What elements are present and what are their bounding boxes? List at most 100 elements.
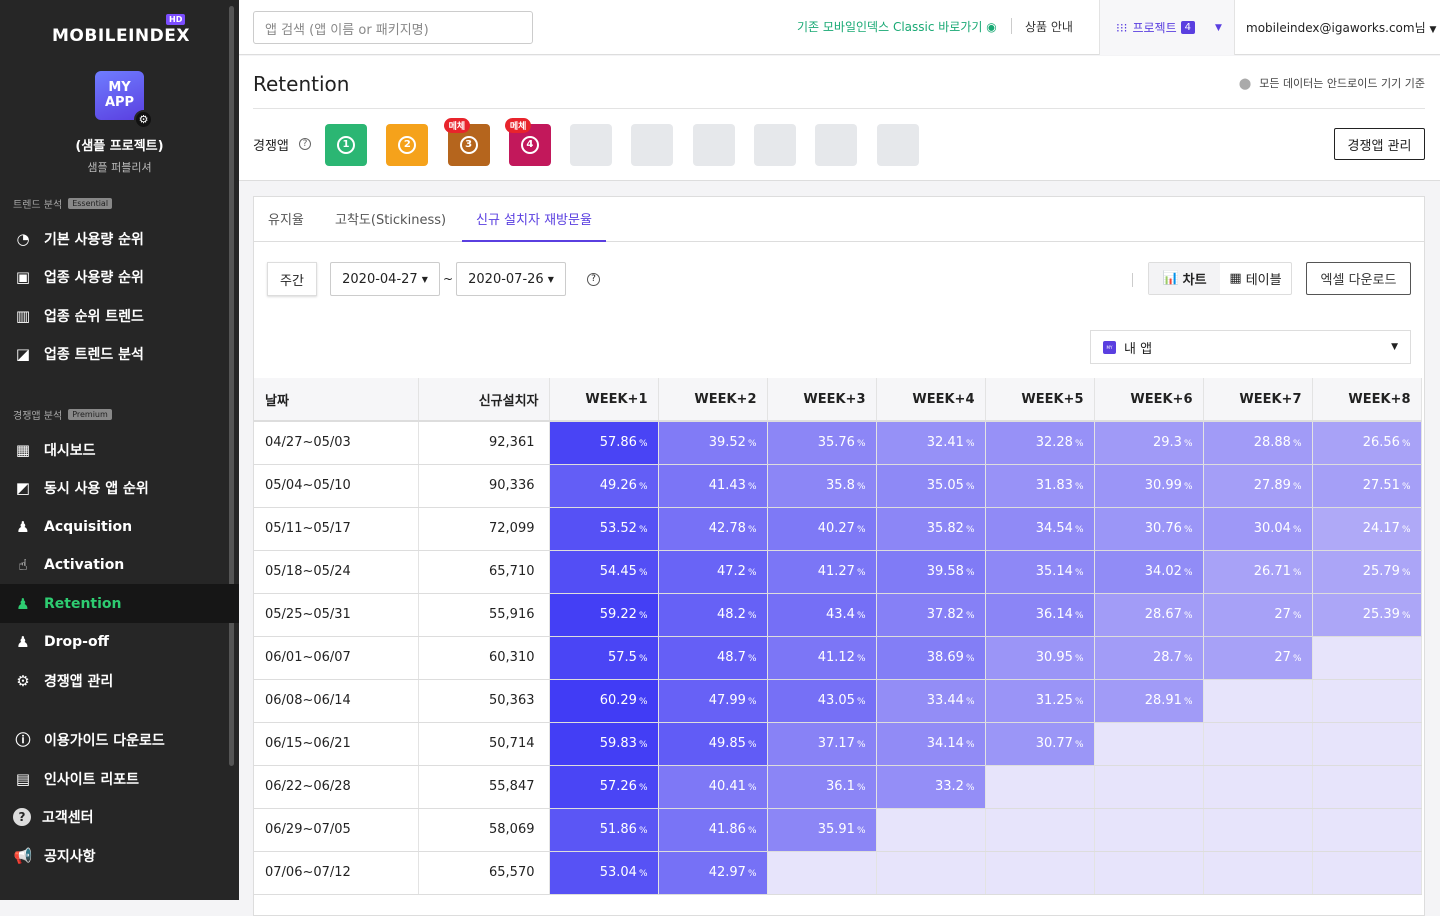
period-select[interactable]: 주간 — [267, 262, 317, 296]
competitor-app-3[interactable]: 3 메체 — [443, 118, 490, 166]
empty-competitor-slot[interactable] — [631, 124, 674, 166]
sidebar-item-경쟁앱-관리[interactable]: ⚙ 경쟁앱 관리 — [0, 661, 239, 700]
retention-cell: 53.52% — [549, 507, 659, 551]
table-row[interactable]: 04/27~05/03 92,361 57.86% 39.52% 35.76% 32.41… — [254, 421, 1422, 465]
column-header[interactable]: WEEK+4 — [876, 378, 986, 422]
end-date-picker[interactable]: 2020-07-26 ▼ — [456, 262, 566, 296]
table-row[interactable]: 06/29~07/05 58,069 51.86% 41.86% 35.91% — [254, 808, 1422, 852]
sidebar-item-label: Activation — [44, 556, 125, 573]
competitor-app-1[interactable]: 1 — [325, 124, 367, 166]
retention-value: 30.95 — [1035, 650, 1073, 665]
tab-stickiness[interactable]: 고착도(Stickiness) — [335, 209, 446, 228]
percent-unit: % — [1074, 568, 1084, 578]
classic-link[interactable]: 기존 모바일인덱스 Classic 바로가기 ◉ — [797, 18, 997, 35]
help-icon[interactable]: ? — [587, 273, 600, 286]
manage-competitors-button[interactable]: 경쟁앱 관리 — [1334, 128, 1425, 160]
table-row[interactable]: 06/01~06/07 60,310 57.5% 48.7% 41.12% 38.69% 3… — [254, 636, 1422, 680]
date-cell: 07/06~07/12 — [254, 851, 419, 895]
retention-value: 30.77 — [1035, 736, 1073, 751]
sidebar-item-업종-트렌드-분석[interactable]: ◪ 업종 트렌드 분석 — [0, 334, 239, 373]
retention-cell: 36.1% — [767, 765, 877, 809]
app-search-input[interactable]: 앱 검색 (앱 이름 or 패키지명) — [253, 11, 533, 44]
table-row[interactable]: 07/06~07/12 65,570 53.04% 42.97% — [254, 851, 1422, 895]
installs-cell: 55,916 — [418, 593, 550, 637]
empty-competitor-slot[interactable] — [570, 124, 612, 166]
column-header[interactable]: 신규설치자 — [418, 378, 550, 422]
table-row[interactable]: 06/22~06/28 55,847 57.26% 40.41% 36.1% 33.2% — [254, 765, 1422, 809]
percent-unit: % — [638, 568, 648, 578]
table-view-button[interactable]: ▦ 테이블 — [1220, 263, 1291, 294]
my-app-mini-icon: MY — [1103, 340, 1116, 354]
chart-view-button[interactable]: 📊 차트 — [1149, 263, 1220, 294]
sidebar-item-인사이트-리포트[interactable]: ▤ 인사이트 리포트 — [0, 759, 239, 798]
column-header[interactable]: WEEK+3 — [767, 378, 877, 422]
retention-cell: 30.04% — [1203, 507, 1313, 551]
table-row[interactable]: 05/25~05/31 55,916 59.22% 48.2% 43.4% 37.82% 3… — [254, 593, 1422, 637]
percent-unit: % — [638, 783, 648, 793]
column-header[interactable]: 날짜 — [254, 378, 419, 422]
sidebar-item-drop-off[interactable]: ♟ Drop-off — [0, 622, 239, 661]
sidebar-item-기본-사용량-순위[interactable]: ◔ 기본 사용량 순위 — [0, 219, 239, 258]
table-row[interactable]: 06/15~06/21 50,714 59.83% 49.85% 37.17% 34.14… — [254, 722, 1422, 766]
retention-cell: 34.02% — [1094, 550, 1204, 594]
user-menu[interactable]: mobileindex@igaworks.com님 ▼ — [1246, 19, 1436, 36]
retention-value: 33.44 — [926, 693, 964, 708]
start-date-picker[interactable]: 2020-04-27 ▼ — [330, 262, 440, 296]
table-row[interactable]: 06/08~06/14 50,363 60.29% 47.99% 43.05% 33.44… — [254, 679, 1422, 723]
empty-competitor-slot[interactable] — [753, 124, 796, 166]
retention-cell: 38.69% — [876, 636, 986, 680]
retention-cell — [1312, 679, 1422, 723]
column-header[interactable]: WEEK+7 — [1203, 378, 1313, 422]
percent-unit: % — [638, 439, 648, 450]
product-info-link[interactable]: 상품 안내 — [1025, 18, 1073, 35]
sidebar-item-label: 기본 사용량 순위 — [44, 231, 144, 248]
retention-value: 39.58 — [926, 564, 964, 579]
percent-unit: % — [1292, 611, 1302, 621]
percent-unit: % — [747, 869, 757, 879]
sidebar-item-업종-사용량-순위[interactable]: ▣ 업종 사용량 순위 — [0, 257, 239, 296]
percent-unit: % — [965, 611, 975, 621]
retention-cell: 26.71% — [1203, 550, 1313, 594]
competitor-app-4[interactable]: 4 메체 — [504, 118, 551, 166]
sidebar-item-retention[interactable]: ♟ Retention — [0, 584, 239, 623]
sidebar-item-acquisition[interactable]: ♟ Acquisition — [0, 507, 239, 546]
sidebar-item-동시-사용-앱-순위[interactable]: ◩ 동시 사용 앱 순위 — [0, 468, 239, 507]
sidebar-item-공지사항[interactable]: 📢 공지사항 — [0, 836, 239, 875]
table-row[interactable]: 05/04~05/10 90,336 49.26% 41.43% 35.8% 35.05%… — [254, 464, 1422, 508]
empty-competitor-slot[interactable] — [876, 124, 919, 166]
app-select-dropdown[interactable]: MY 내 앱 ▼ — [1090, 330, 1411, 364]
column-header[interactable]: WEEK+1 — [549, 378, 659, 422]
retention-cell: 39.52% — [658, 421, 768, 465]
mobileindex-logo[interactable]: MOBILEINDEX — [52, 26, 190, 46]
retention-value: 34.54 — [1035, 521, 1073, 536]
percent-unit: % — [747, 482, 757, 492]
project-menu-label: 프로젝트 — [1132, 21, 1177, 35]
tab-retention-rate[interactable]: 유지율 — [268, 209, 304, 228]
competitor-app-2[interactable]: 2 — [386, 124, 429, 166]
column-header[interactable]: WEEK+5 — [985, 378, 1095, 422]
help-icon[interactable]: ? — [299, 138, 311, 150]
sidebar-item-activation[interactable]: ☝ Activation — [0, 545, 239, 584]
retention-value: 37.82 — [926, 607, 964, 622]
excel-download-button[interactable]: 엑셀 다운로드 — [1306, 262, 1411, 295]
column-header[interactable]: WEEK+6 — [1094, 378, 1204, 422]
tab-new-installer-revisit[interactable]: 신규 설치자 재방문율 — [462, 209, 606, 242]
sidebar-item-이용가이드-다운로드[interactable]: ⓘ 이용가이드 다운로드 — [0, 720, 239, 759]
project-menu-button[interactable]: ⁝⁝⁝ 프로젝트 4 ▼ — [1099, 0, 1235, 55]
column-header[interactable]: WEEK+8 — [1312, 378, 1422, 422]
column-header[interactable]: WEEK+2 — [658, 378, 768, 422]
installs-cell: 92,361 — [418, 421, 550, 465]
table-row[interactable]: 05/18~05/24 65,710 54.45% 47.2% 41.27% 39.58%… — [254, 550, 1422, 594]
project-settings-gear-icon[interactable]: ⚙ — [134, 110, 153, 129]
table-row[interactable]: 05/11~05/17 72,099 53.52% 42.78% 40.27% 35.82… — [254, 507, 1422, 551]
retention-cell: 26.56% — [1312, 421, 1422, 465]
chevron-down-icon: ▼ — [1429, 25, 1437, 35]
sidebar-item-고객센터[interactable]: ? 고객센터 — [0, 797, 239, 836]
retention-value: 53.52 — [599, 521, 637, 536]
sidebar-item-대시보드[interactable]: ▦ 대시보드 — [0, 430, 239, 469]
sidebar-item-label: 업종 순위 트렌드 — [44, 308, 144, 325]
sidebar-item-업종-순위-트렌드[interactable]: ▥ 업종 순위 트렌드 — [0, 296, 239, 335]
installs-cell: 60,310 — [418, 636, 550, 680]
empty-competitor-slot[interactable] — [692, 124, 735, 166]
empty-competitor-slot[interactable] — [815, 124, 858, 166]
